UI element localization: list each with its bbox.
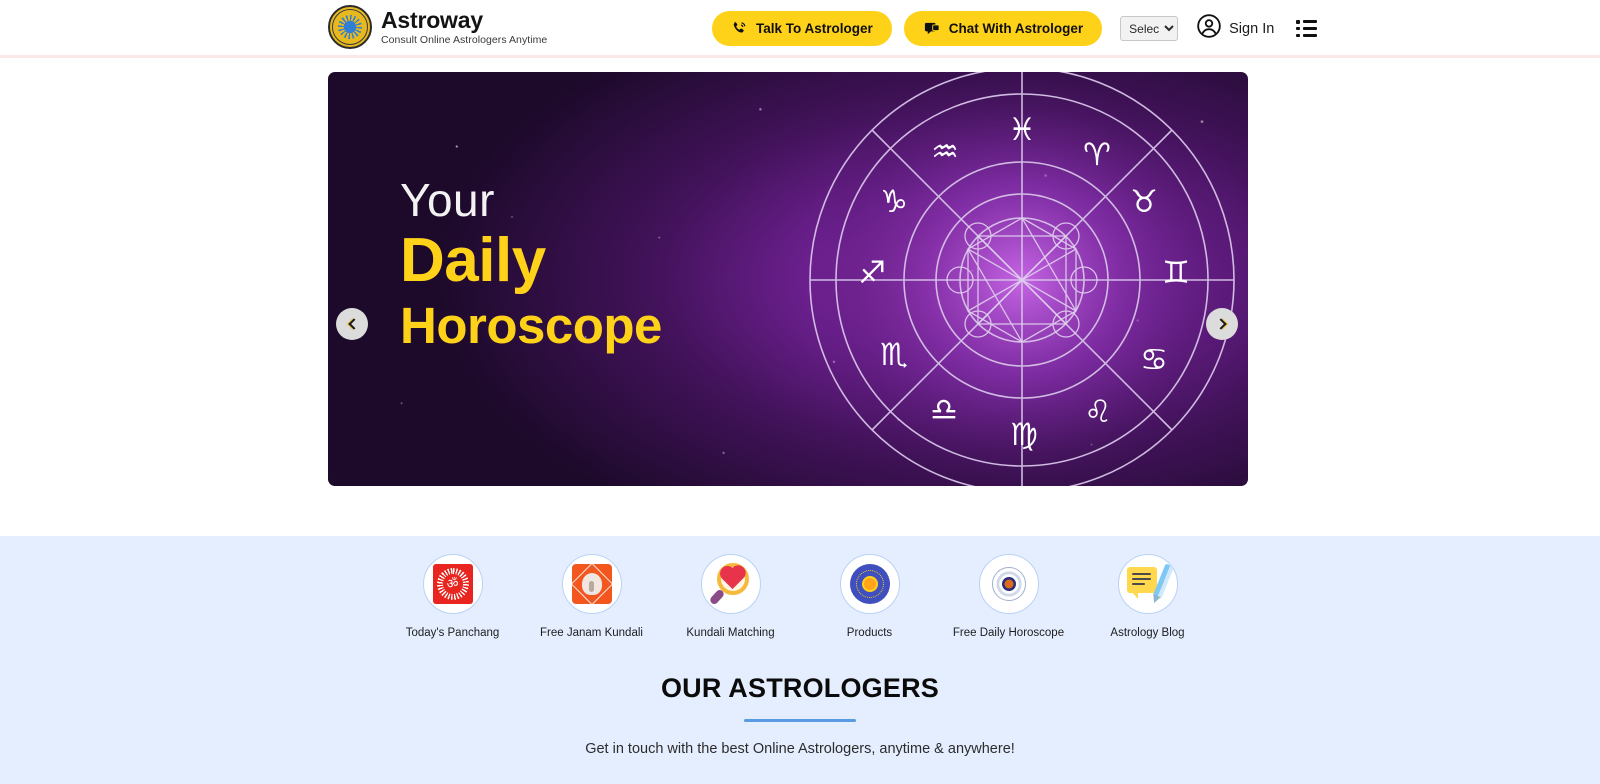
carousel-prev-button[interactable] [336, 308, 368, 340]
hero-line-2: Daily [400, 226, 546, 296]
quicklink-kundali-matching[interactable]: Kundali Matching [661, 554, 800, 639]
brand-tagline: Consult Online Astrologers Anytime [381, 33, 548, 46]
talk-button-label: Talk To Astrologer [756, 21, 873, 36]
hero-line-1: Your [400, 174, 495, 226]
list-menu-icon[interactable] [1296, 20, 1318, 37]
quicklink-astrology-blog[interactable]: Astrology Blog [1078, 554, 1217, 639]
zodiac-wheel-icon [849, 564, 890, 604]
brand-logo-link[interactable]: Astroway Consult Online Astrologers Anyt… [328, 5, 547, 49]
our-astrologers-header: OUR ASTROLOGERS Get in touch with the be… [0, 673, 1600, 757]
svg-text:♐: ♐ [858, 255, 886, 291]
chat-button-label: Chat With Astrologer [948, 21, 1084, 36]
chevron-right-icon [1214, 318, 1227, 330]
user-circle-icon [1196, 13, 1222, 44]
svg-text:♌: ♌ [1084, 394, 1112, 430]
svg-text:♉: ♉ [1130, 184, 1158, 220]
quicklink-free-daily-horoscope[interactable]: Free Daily Horoscope [939, 554, 1078, 639]
horoscope-chart-icon [988, 564, 1029, 604]
svg-text:♈: ♈ [1083, 137, 1111, 173]
quicklink-label: Kundali Matching [686, 627, 775, 639]
svg-text:♑: ♑ [880, 184, 908, 220]
chevron-left-icon [347, 318, 360, 330]
hero-slide[interactable]: ♈ ♉ ♊ ♋ ♌ ♍ ♎ ♏ ♐ ♑ ♒ ♓ Your Daily Horos… [328, 72, 1248, 486]
quicklink-label: Products [846, 627, 893, 639]
svg-text:♍: ♍ [1010, 417, 1038, 453]
quicklink-todays-panchang[interactable]: ॐ Today's Panchang [383, 554, 522, 639]
quicklink-icon-circle [978, 554, 1039, 614]
svg-text:♎: ♎ [930, 392, 958, 428]
panchang-icon: ॐ [432, 564, 473, 604]
quicklink-icon-circle [1117, 554, 1178, 614]
chat-with-astrologer-button[interactable]: Chat With Astrologer [903, 11, 1103, 46]
language-select[interactable]: Select L [1120, 16, 1179, 41]
hero-line-3: Horoscope [400, 296, 662, 354]
quick-links-row: ॐ Today's Panchang Free Janam Kundali Ku… [0, 536, 1600, 639]
magnifier-heart-icon [708, 563, 752, 606]
quicklink-products[interactable]: Products [800, 554, 939, 639]
quicklink-label: Today's Panchang [405, 627, 500, 639]
carousel-next-button[interactable] [1206, 308, 1238, 340]
hero-carousel: ♈ ♉ ♊ ♋ ♌ ♍ ♎ ♏ ♐ ♑ ♒ ♓ Your Daily Horos… [0, 58, 1600, 536]
chat-bubble-icon [923, 20, 941, 37]
lower-section: ॐ Today's Panchang Free Janam Kundali Ku… [0, 536, 1600, 784]
quicklink-free-janam-kundali[interactable]: Free Janam Kundali [522, 554, 661, 639]
svg-text:♊: ♊ [1162, 255, 1190, 291]
talk-to-astrologer-button[interactable]: Talk To Astrologer [712, 11, 892, 46]
section-subtitle: Get in touch with the best Online Astrol… [585, 741, 1015, 757]
brand-name: Astroway [381, 7, 483, 34]
quicklink-label: Astrology Blog [1110, 627, 1185, 639]
janam-kundali-icon [571, 564, 612, 604]
svg-text:♋: ♋ [1140, 342, 1168, 378]
phone-call-icon [731, 20, 748, 37]
site-header: Astroway Consult Online Astrologers Anyt… [0, 0, 1600, 58]
svg-text:♏: ♏ [880, 337, 908, 373]
quicklink-icon-circle [561, 554, 622, 614]
sun-wheel-logo-icon [328, 5, 372, 49]
zodiac-wheel-graphic: ♈ ♉ ♊ ♋ ♌ ♍ ♎ ♏ ♐ ♑ ♒ ♓ [772, 72, 1248, 486]
svg-text:♓: ♓ [1008, 112, 1036, 148]
header-actions: Talk To Astrologer Chat With Astrologer … [712, 11, 1318, 46]
quicklink-label: Free Janam Kundali [540, 627, 643, 639]
sign-in-label: Sign In [1229, 20, 1275, 37]
brand-text: Astroway Consult Online Astrologers Anyt… [381, 8, 547, 45]
section-title: OUR ASTROLOGERS [660, 673, 939, 703]
section-divider [744, 719, 856, 722]
quicklink-icon-circle [839, 554, 900, 614]
hero-headline: Your Daily Horoscope [400, 176, 662, 354]
blog-pen-icon [1126, 563, 1174, 603]
svg-text:♒: ♒ [931, 134, 959, 170]
quicklink-icon-circle [700, 554, 761, 614]
quicklink-label: Free Daily Horoscope [952, 627, 1065, 639]
sign-in-button[interactable]: Sign In [1196, 13, 1274, 44]
quicklink-icon-circle: ॐ [422, 554, 483, 614]
